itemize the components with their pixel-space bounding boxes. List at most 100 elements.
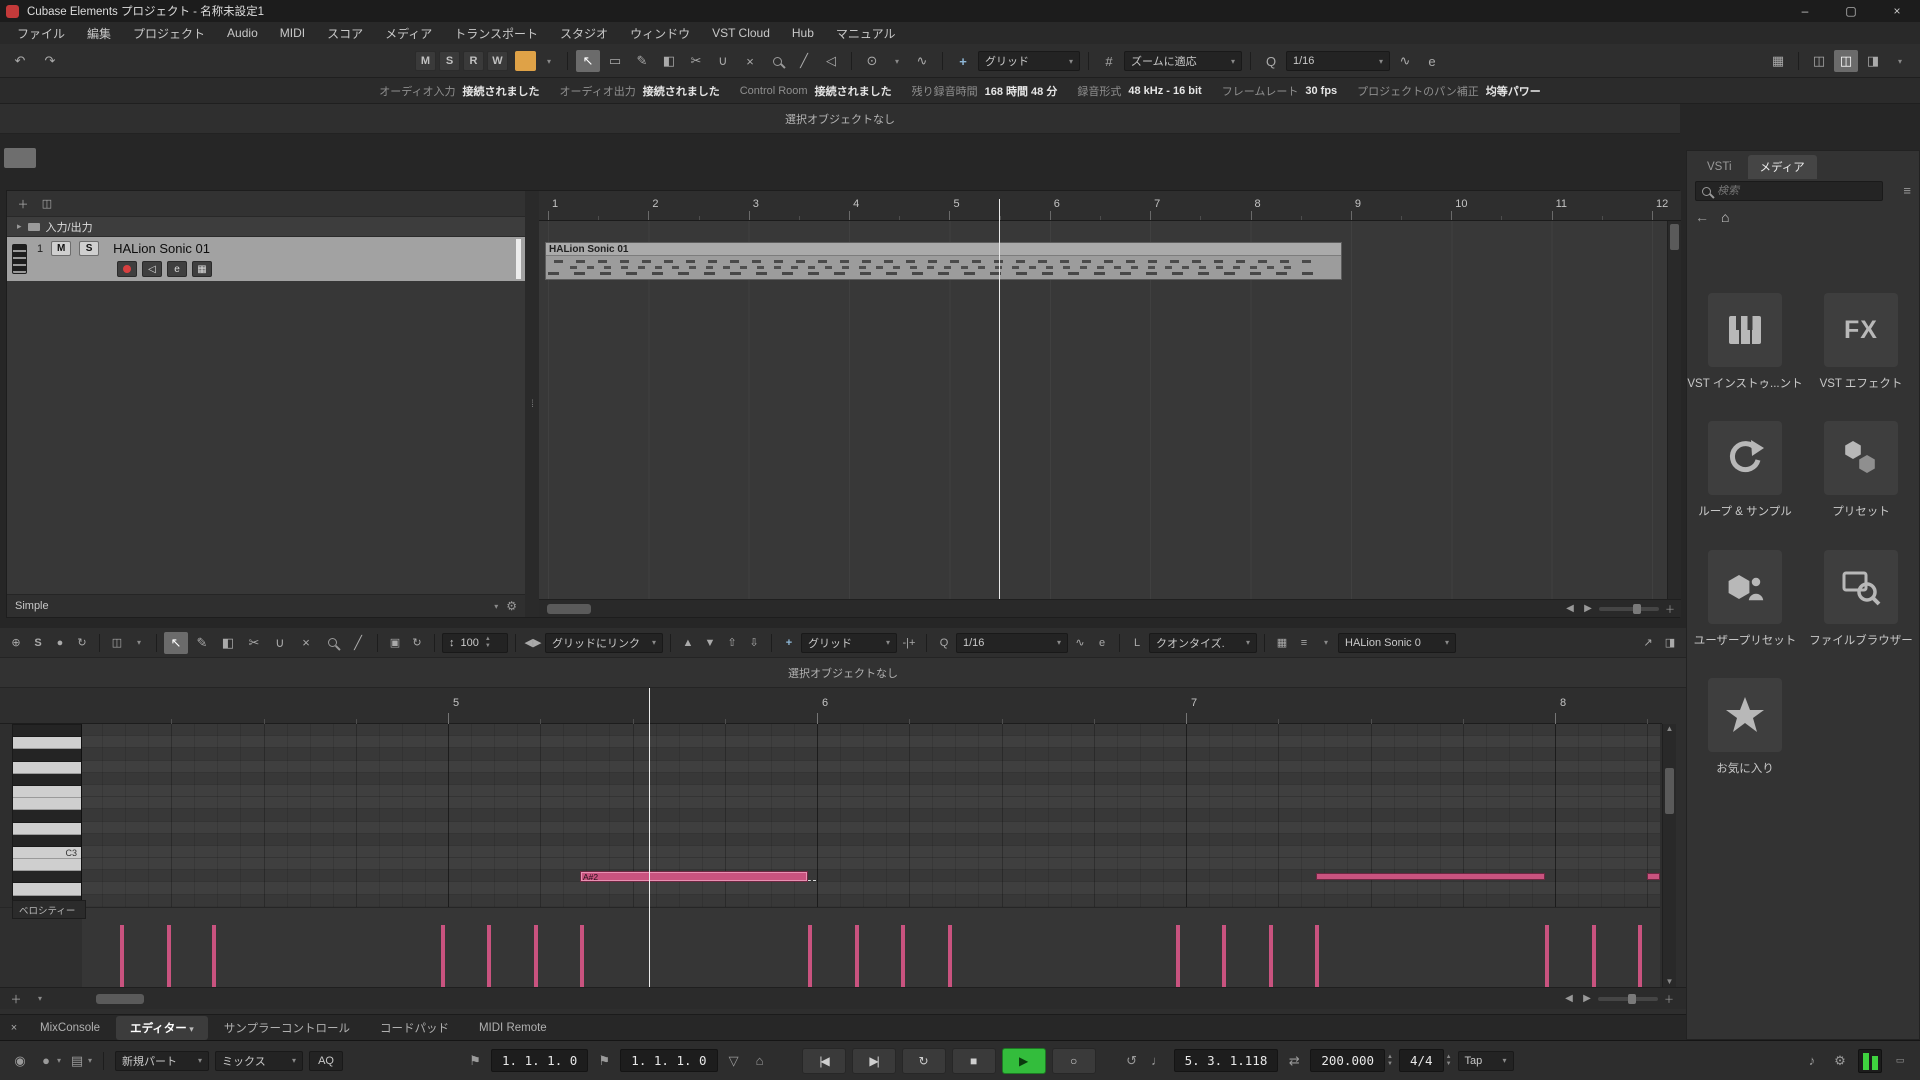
tile-user-presets[interactable]: ユーザープリセット [1691, 550, 1799, 648]
zoom-preset-select[interactable]: ズームに適応▾ [1124, 51, 1242, 71]
editor-edit-quantize-icon[interactable]: e [1092, 633, 1112, 653]
track-monitor-button[interactable]: ◁ [142, 261, 162, 277]
midi-note[interactable]: A#2 [580, 871, 808, 881]
velocity-bar[interactable] [1638, 925, 1642, 987]
menu-item[interactable]: Audio [216, 23, 269, 43]
snap-icon[interactable]: + [951, 50, 975, 72]
glue-tool-button[interactable]: ∪ [711, 50, 735, 72]
grid-type-select[interactable]: グリッド▾ [978, 51, 1080, 71]
editor-zoom-tool-button[interactable] [320, 632, 344, 654]
tile-presets[interactable]: プリセット [1807, 421, 1915, 519]
scrollbar-thumb[interactable] [96, 994, 144, 1004]
length-quantize-icon[interactable]: L [1127, 633, 1147, 653]
sync-icon[interactable]: ⇄ [1284, 1051, 1304, 1071]
go-to-end-button[interactable]: ▶| [852, 1048, 896, 1074]
lower-zone-tab[interactable]: MixConsole [26, 1018, 114, 1038]
auto-quantize-button[interactable]: AQ [309, 1051, 343, 1071]
auto-scroll-icon[interactable]: ▣ [385, 633, 405, 653]
track-solo-button[interactable]: S [79, 241, 99, 256]
record-in-editor-icon[interactable]: ● [50, 633, 70, 653]
tile-file-browser[interactable]: ファイルブラウザー [1807, 550, 1915, 648]
piano-key-C#3[interactable] [13, 835, 81, 847]
zoom-slider[interactable] [1598, 997, 1658, 1001]
midi-note[interactable] [1647, 873, 1660, 880]
move-down-icon[interactable]: ▼ [700, 633, 720, 653]
event-colors-caret[interactable]: ▾ [1316, 633, 1336, 653]
velocity-bar[interactable] [855, 925, 859, 987]
velocity-lane-label[interactable]: ベロシティー [12, 900, 86, 919]
edited-part-select[interactable]: HALion Sonic 0▾ [1338, 633, 1456, 653]
open-in-window-icon[interactable]: ↗ [1638, 633, 1658, 653]
scroll-left-icon[interactable]: ◀ [1563, 602, 1577, 616]
editor-ruler[interactable]: 5678 [82, 688, 1660, 724]
piano-key-B2[interactable] [13, 859, 81, 871]
primary-time-display[interactable]: 1. 1. 1. 0 [491, 1049, 588, 1072]
menu-item[interactable]: スタジオ [549, 22, 619, 45]
velocity-bar[interactable] [1222, 925, 1226, 987]
velocity-bar[interactable] [1592, 925, 1596, 987]
zoom-tool-button[interactable] [765, 50, 789, 72]
editor-setup-icon[interactable]: ◨ [1660, 633, 1680, 653]
link-icon[interactable]: ◀▶ [523, 633, 543, 653]
editor-line-tool-button[interactable]: ╱ [346, 632, 370, 654]
tab-media[interactable]: メディア [1748, 155, 1817, 179]
velocity-bar[interactable] [487, 925, 491, 987]
ruler-bar[interactable]: 11 [1552, 191, 1652, 220]
tile-vst-effects[interactable]: FX VST エフェクト [1807, 293, 1915, 391]
editor-quantize-icon[interactable]: Q [934, 633, 954, 653]
insert-velocity-field[interactable]: ↕100▲▼ [442, 633, 508, 653]
project-vertical-scrollbar[interactable] [1667, 221, 1681, 599]
global-solo-button[interactable]: S [439, 51, 460, 71]
menu-item[interactable]: ファイル [6, 22, 76, 45]
panel-divider[interactable]: ⁞ [525, 191, 539, 617]
velocity-bar[interactable] [212, 925, 216, 987]
audio-mixdown-caret[interactable]: ▾ [88, 1056, 92, 1065]
left-zone-toggle-icon[interactable]: ◫ [1807, 50, 1831, 72]
draw-tool-button[interactable]: ✎ [630, 50, 654, 72]
midi-note[interactable] [1316, 873, 1545, 880]
lower-zone-tab[interactable]: サンプラーコントロール [210, 1016, 364, 1040]
pre-roll-icon[interactable]: ↺ [1122, 1051, 1142, 1071]
project-playhead[interactable] [999, 199, 1000, 599]
project-ruler[interactable]: 123456789101112 [539, 191, 1681, 221]
ruler-bar[interactable]: 9 [1351, 191, 1451, 220]
menu-item[interactable]: マニュアル [825, 22, 907, 45]
locator-left-icon[interactable]: ⚑ [465, 1051, 485, 1071]
show-events-caret[interactable]: ▾ [129, 633, 149, 653]
global-mute-button[interactable]: M [415, 51, 436, 71]
scrollbar-thumb[interactable] [547, 604, 591, 614]
track-halion-sonic[interactable]: 1 M S HALion Sonic 01 ◁ e ▦ [7, 237, 525, 281]
maximize-button[interactable]: ▢ [1828, 0, 1874, 22]
velocity-bar[interactable] [120, 925, 124, 987]
ruler-bar[interactable]: 2 [648, 191, 748, 220]
line-tool-button[interactable]: ╱ [792, 50, 816, 72]
play-button[interactable]: ▶ [1002, 1048, 1046, 1074]
cycle-record-mode-select[interactable]: ミックス▾ [215, 1051, 303, 1071]
ruler-bar[interactable]: 8 [1251, 191, 1351, 220]
close-button[interactable]: × [1874, 0, 1920, 22]
secondary-time-display[interactable]: 1. 1. 1. 0 [620, 1049, 717, 1072]
automation-read-button[interactable]: R [463, 51, 484, 71]
color-menu-caret[interactable]: ▾ [539, 51, 559, 71]
zoom-slider-knob[interactable] [1628, 994, 1636, 1004]
feedback-caret[interactable]: ▾ [887, 51, 907, 71]
editor-grid-type-select[interactable]: グリッド▾ [801, 633, 897, 653]
add-lane-icon[interactable]: ＋ [6, 989, 26, 1009]
editor-playhead[interactable] [649, 688, 650, 987]
scroll-left-icon[interactable]: ◀ [1562, 992, 1576, 1006]
cycle-button[interactable]: ↻ [902, 1048, 946, 1074]
grid-density-icon[interactable]: # [1097, 50, 1121, 72]
record-button[interactable]: ○ [1052, 1048, 1096, 1074]
velocity-bar[interactable] [1315, 925, 1319, 987]
piano-key-A3[interactable] [13, 737, 81, 749]
project-horizontal-scrollbar[interactable]: ◀ ▶ ＋ [539, 599, 1681, 617]
menu-item[interactable]: ウィンドウ [619, 22, 701, 45]
menu-item[interactable]: トランスポート [443, 22, 549, 45]
lower-zone-toggle-icon[interactable]: ◫ [1834, 50, 1858, 72]
go-to-start-button[interactable]: |◀ [802, 1048, 846, 1074]
transport-settings-gear-icon[interactable]: ⚙ [1830, 1051, 1850, 1071]
zoom-slider-knob[interactable] [1633, 604, 1641, 614]
tempo-display[interactable]: 200.000 [1310, 1049, 1385, 1072]
track-name[interactable]: HALion Sonic 01 [113, 241, 210, 256]
tile-favorites[interactable]: お気に入り [1691, 678, 1799, 776]
